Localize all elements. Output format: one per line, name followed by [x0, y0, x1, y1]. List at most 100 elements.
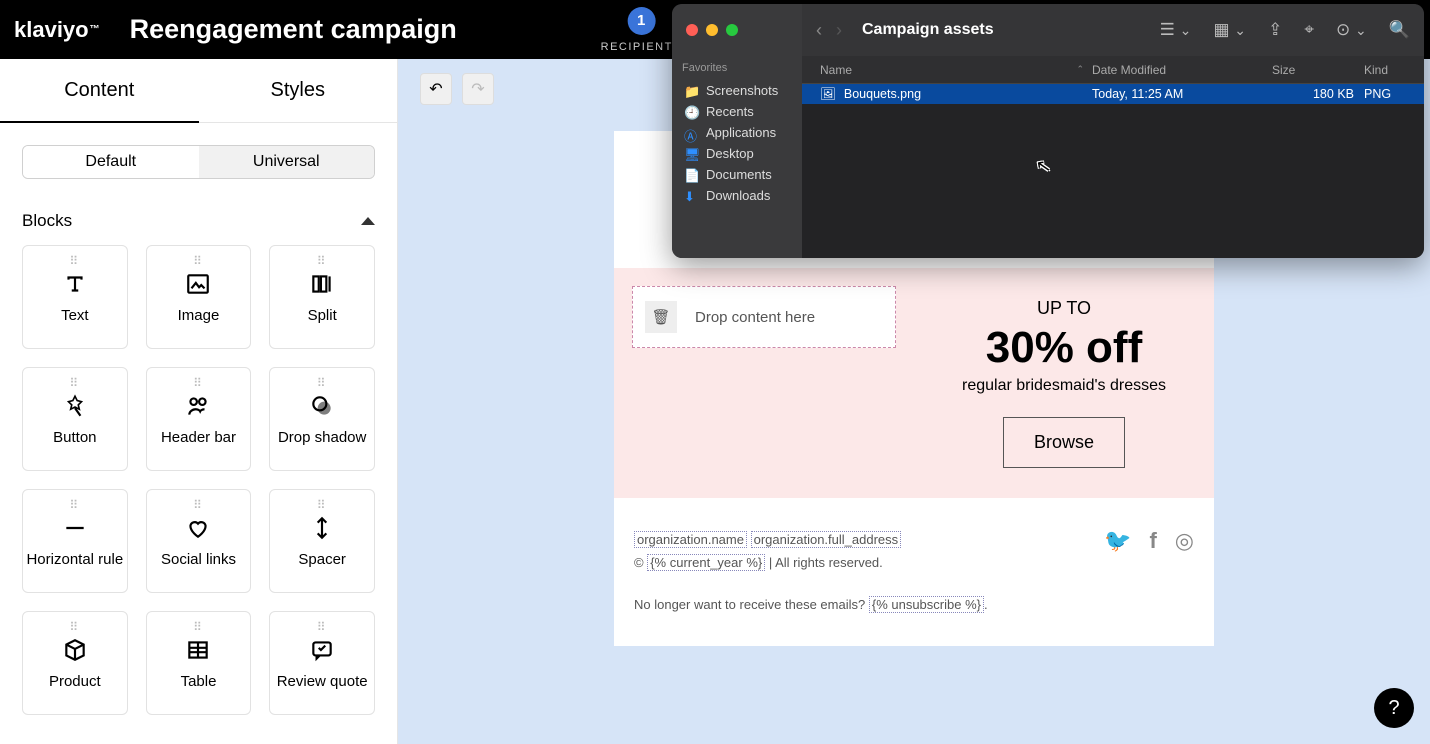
more-icon[interactable]: ⊙ ⌄ [1336, 20, 1367, 40]
step-recipients[interactable]: 1 RECIPIENTS [601, 7, 682, 53]
drag-handle-icon: ⠿ [193, 254, 204, 268]
block-header-bar[interactable]: ⠿ Header bar [146, 367, 252, 471]
view-list-icon[interactable]: ☰ ⌄ [1160, 20, 1192, 40]
promo-discount: 30% off [928, 323, 1200, 373]
blocks-grid: ⠿ Text ⠿ Image ⠿ Split ⠿ Button ⠿ Header… [0, 245, 397, 737]
spacer-icon [309, 515, 335, 541]
block-product[interactable]: ⠿ Product [22, 611, 128, 715]
tag-icon[interactable]: ⌖ [1304, 20, 1314, 40]
sidebar-item-documents[interactable]: 📄Documents [682, 164, 792, 185]
block-text[interactable]: ⠿ Text [22, 245, 128, 349]
drag-handle-icon: ⠿ [69, 376, 80, 390]
block-social[interactable]: ⠿ Social links [146, 489, 252, 593]
drag-handle-icon: ⠿ [69, 620, 80, 634]
block-spacer[interactable]: ⠿ Spacer [269, 489, 375, 593]
block-table[interactable]: ⠿ Table [146, 611, 252, 715]
drag-handle-icon: ⠿ [193, 498, 204, 512]
drag-handle-icon: ⠿ [193, 376, 204, 390]
token-unsubscribe[interactable]: {% unsubscribe %} [869, 596, 984, 613]
clock-icon: 🕘 [684, 105, 698, 119]
text-icon [62, 271, 88, 297]
drag-handle-icon: ⠿ [193, 620, 204, 634]
image-icon [185, 271, 211, 297]
product-icon [62, 637, 88, 663]
drag-handle-icon: ⠿ [69, 498, 80, 512]
token-org-address[interactable]: organization.full_address [751, 531, 902, 548]
heart-icon [185, 515, 211, 541]
facebook-icon[interactable]: f [1149, 528, 1156, 554]
column-name[interactable]: Name⌃ [802, 63, 1092, 77]
block-review-quote[interactable]: ⠿ Review quote [269, 611, 375, 715]
seg-default[interactable]: Default [23, 146, 199, 178]
back-icon[interactable]: ‹ [816, 20, 822, 41]
left-panel: Content Styles Default Universal Blocks … [0, 59, 398, 744]
file-icon: 🖼 [820, 87, 836, 102]
column-kind[interactable]: Kind [1364, 63, 1424, 77]
segmented-control: Default Universal [22, 145, 375, 179]
finder-file-list: Name⌃ Date Modified Size Kind 🖼Bouquets.… [802, 56, 1424, 258]
block-drop-shadow[interactable]: ⠿ Drop shadow [269, 367, 375, 471]
chevron-up-icon [361, 217, 375, 225]
undo-button[interactable]: ↶ [420, 73, 452, 105]
app-icon: Ⓐ [684, 126, 698, 140]
tab-content[interactable]: Content [0, 59, 199, 123]
share-icon[interactable]: ⇪ [1268, 20, 1282, 40]
column-size[interactable]: Size [1272, 63, 1364, 77]
close-window-icon[interactable] [686, 24, 698, 36]
drag-handle-icon: ⠿ [317, 254, 328, 268]
traffic-lights [672, 4, 802, 56]
finder-sidebar: Favorites 📁Screenshots 🕘Recents ⒶApplica… [672, 56, 802, 258]
drag-handle-icon: ⠿ [69, 254, 80, 268]
campaign-title: Reengagement campaign [130, 14, 457, 45]
block-hr[interactable]: ⠿ Horizontal rule [22, 489, 128, 593]
sidebar-item-applications[interactable]: ⒶApplications [682, 122, 792, 143]
sidebar-item-downloads[interactable]: ⬇Downloads [682, 185, 792, 206]
dropshadow-icon [309, 393, 335, 419]
browse-button[interactable]: Browse [1003, 417, 1125, 468]
mouse-cursor-icon [1034, 155, 1053, 178]
blocks-section-header[interactable]: Blocks [0, 201, 397, 245]
document-icon: 📄 [684, 168, 698, 182]
drag-handle-icon: ⠿ [317, 498, 328, 512]
column-date[interactable]: Date Modified [1092, 63, 1272, 77]
favorites-label: Favorites [682, 62, 792, 74]
email-footer: organization.name organization.full_addr… [614, 498, 1214, 646]
trash-icon[interactable]: 🗑 [645, 301, 677, 333]
file-row[interactable]: 🖼Bouquets.png Today, 11:25 AM 180 KB PNG [802, 84, 1424, 104]
block-split[interactable]: ⠿ Split [269, 245, 375, 349]
minimize-window-icon[interactable] [706, 24, 718, 36]
table-icon [185, 637, 211, 663]
instagram-icon[interactable]: ◎ [1175, 528, 1194, 554]
sidebar-item-recents[interactable]: 🕘Recents [682, 101, 792, 122]
help-button[interactable]: ? [1374, 688, 1414, 728]
step-1-badge: 1 [627, 7, 655, 35]
view-grid-icon[interactable]: ▦ ⌄ [1213, 20, 1246, 40]
finder-title: Campaign assets [862, 21, 994, 39]
forward-icon[interactable]: › [836, 20, 842, 41]
panel-tabs: Content Styles [0, 59, 397, 123]
hr-icon [62, 515, 88, 541]
sidebar-item-screenshots[interactable]: 📁Screenshots [682, 80, 792, 101]
promo-sub: regular bridesmaid's dresses [928, 377, 1200, 395]
sort-caret-icon: ⌃ [1076, 64, 1084, 75]
token-year[interactable]: {% current_year %} [647, 554, 765, 571]
block-image[interactable]: ⠿ Image [146, 245, 252, 349]
finder-window[interactable]: ‹ › Campaign assets ☰ ⌄ ▦ ⌄ ⇪ ⌖ ⊙ ⌄ 🔍 Fa… [672, 4, 1424, 258]
twitter-icon[interactable]: 🐦 [1104, 528, 1131, 554]
promo-upto: UP TO [928, 298, 1200, 319]
download-icon: ⬇ [684, 189, 698, 203]
quote-icon [309, 637, 335, 663]
search-icon[interactable]: 🔍 [1389, 20, 1410, 40]
block-button[interactable]: ⠿ Button [22, 367, 128, 471]
drag-handle-icon: ⠿ [317, 620, 328, 634]
seg-universal[interactable]: Universal [199, 146, 375, 178]
desktop-icon: 🖥 [684, 147, 698, 161]
maximize-window-icon[interactable] [726, 24, 738, 36]
sidebar-item-desktop[interactable]: 🖥Desktop [682, 143, 792, 164]
folder-icon: 📁 [684, 84, 698, 98]
button-icon [62, 393, 88, 419]
drop-content-zone[interactable]: 🗑 Drop content here [632, 286, 896, 348]
tab-styles[interactable]: Styles [199, 59, 398, 123]
token-org-name[interactable]: organization.name [634, 531, 747, 548]
logo: klaviyo™ [14, 17, 100, 43]
